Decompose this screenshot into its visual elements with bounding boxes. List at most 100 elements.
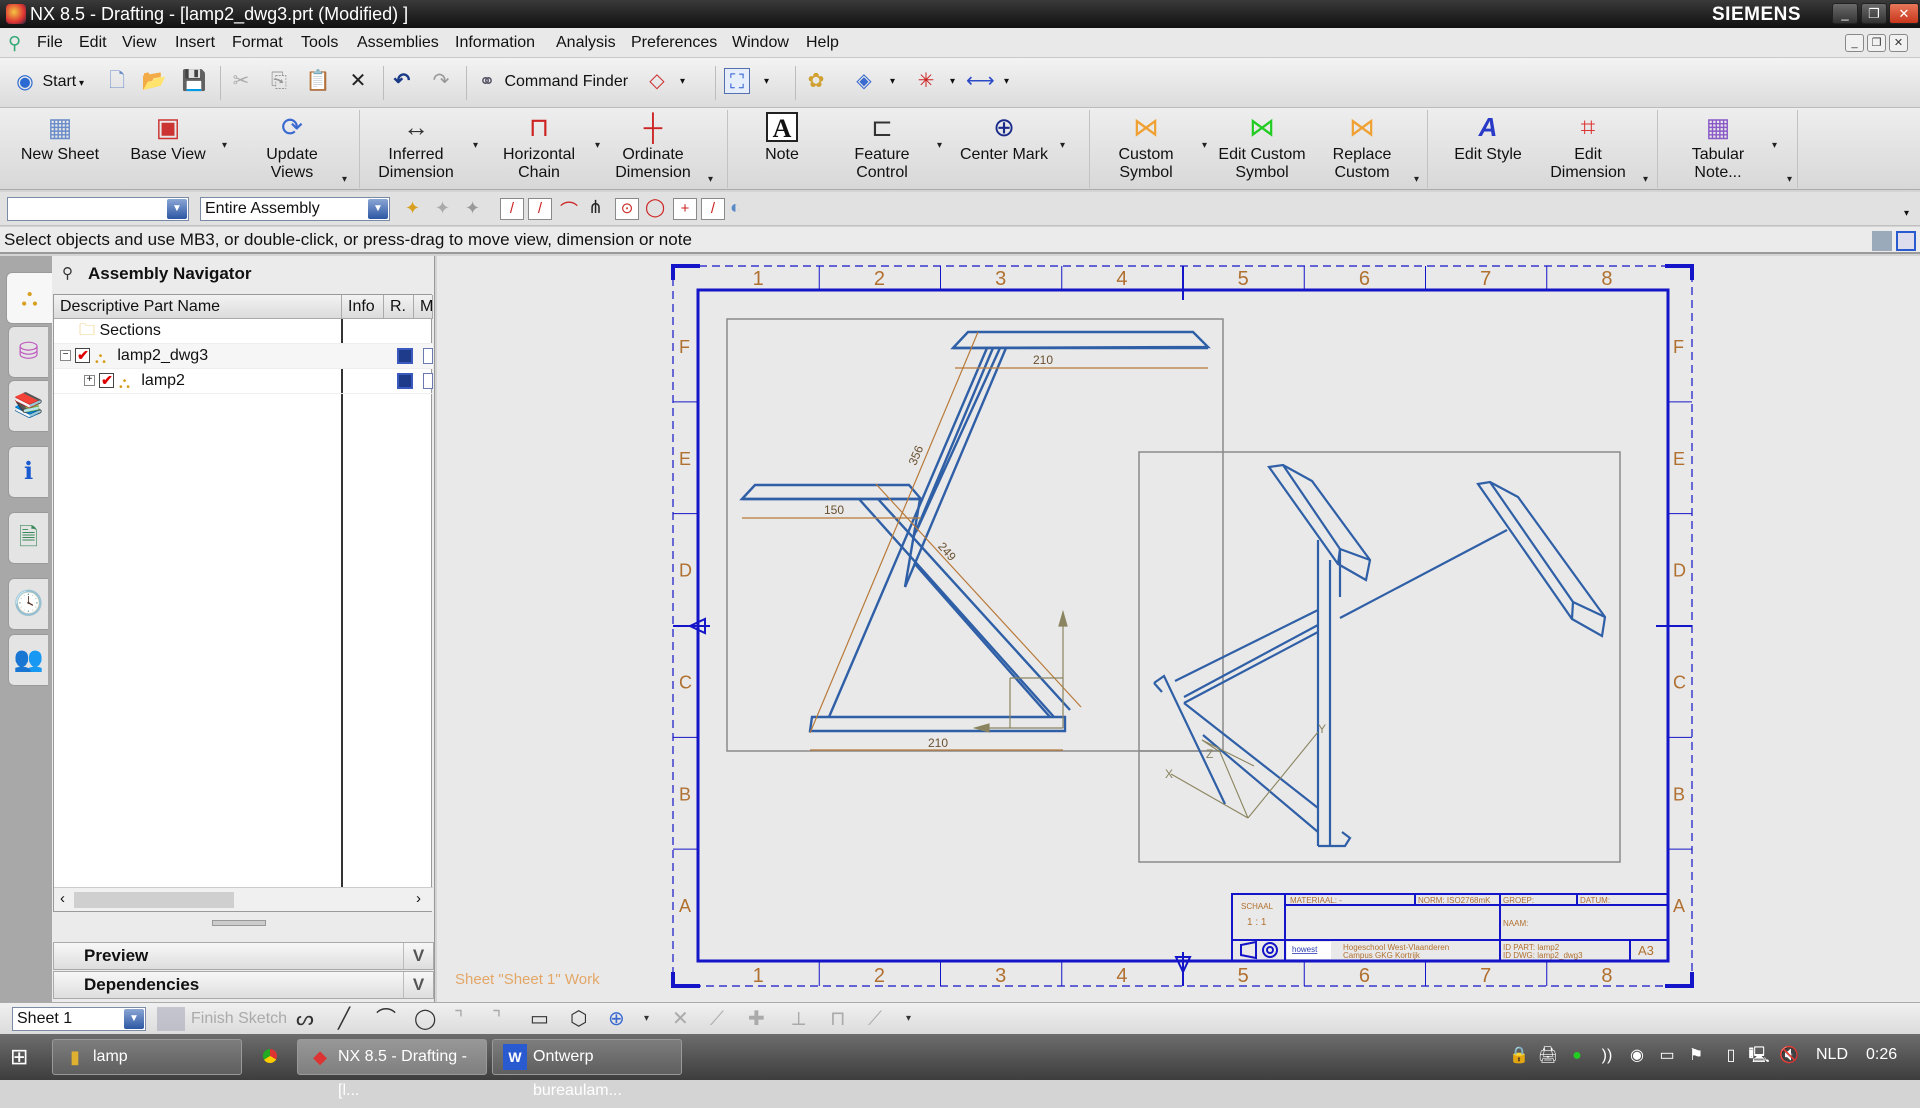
column-header-name[interactable]: Descriptive Part Name	[54, 295, 342, 319]
wireless-icon[interactable]: ))	[1596, 1044, 1618, 1068]
menu-tools[interactable]: Tools	[301, 34, 338, 52]
taskbar-item-nx[interactable]: ◆ NX 8.5 - Drafting - [l...	[297, 1039, 487, 1099]
doc-restore-button[interactable]: ❐	[1867, 34, 1886, 52]
full-screen-icon[interactable]	[1896, 231, 1916, 251]
fit-view-icon[interactable]: ⛶	[724, 68, 750, 94]
command-finder-button[interactable]: ⚭ Command Finder	[474, 68, 628, 96]
quick-trim-icon[interactable]: ✕	[672, 1007, 689, 1031]
finish-sketch-button[interactable]: Finish Sketch	[191, 1007, 287, 1031]
tree-row-sections[interactable]: 🗀 Sections	[54, 319, 433, 344]
webcam-icon[interactable]: ◉	[1626, 1044, 1648, 1068]
fit-view-dropdown[interactable]: ▾	[764, 68, 769, 96]
pin-icon[interactable]: ⚲	[62, 264, 73, 282]
make-corner-icon[interactable]: ✚	[748, 1007, 765, 1031]
scrollbar-thumb[interactable]	[74, 892, 234, 908]
taskbar-item-lamp[interactable]: ▮ lamp	[52, 1039, 242, 1075]
measure-icon[interactable]: ⟷	[966, 68, 995, 94]
expand-toggle[interactable]: +	[84, 375, 95, 387]
scope-select[interactable]: Entire Assembly ▼	[200, 197, 390, 221]
snap-existing-point-icon[interactable]: +	[673, 198, 697, 220]
sketch-more-dropdown[interactable]: ▾	[906, 1007, 911, 1031]
constraints-icon[interactable]: ⟂	[792, 1007, 805, 1031]
snap-arc-center-icon[interactable]: ⊙	[615, 198, 639, 220]
network-icon[interactable]: 🖳	[1748, 1044, 1770, 1068]
display-settings-icon[interactable]: ✿	[803, 68, 829, 94]
show-constraints-icon[interactable]: ⟋	[868, 1007, 882, 1031]
tree-row-lamp2-dwg3[interactable]: − ✔ ⛬ lamp2_dwg3	[54, 344, 433, 369]
snap-intersection-icon[interactable]: ⋔	[588, 197, 603, 218]
part-navigator-tab[interactable]: ⛁	[8, 326, 48, 378]
snap-on-curve-icon[interactable]: /	[701, 198, 725, 220]
drafting-tools-dropdown[interactable]: ▾	[680, 68, 685, 96]
language-indicator[interactable]: NLD	[1816, 1046, 1848, 1064]
printer-icon[interactable]: 🖨	[1537, 1044, 1559, 1068]
action-center-icon[interactable]: ⚑	[1685, 1044, 1707, 1068]
assembly-navigator-tab[interactable]: ⛬	[6, 272, 52, 324]
delete-icon[interactable]: ✕	[345, 68, 371, 94]
volume-muted-icon[interactable]: 🔇	[1778, 1044, 1800, 1068]
menu-help[interactable]: Help	[806, 34, 839, 52]
column-header-m[interactable]: M	[414, 295, 433, 319]
visibility-checkbox[interactable]: ✔	[75, 348, 91, 364]
save-icon[interactable]: 💾	[181, 68, 207, 94]
sheet-select[interactable]: Sheet 1 ▼	[12, 1007, 146, 1031]
preview-section[interactable]: Preview V	[53, 942, 434, 970]
paste-icon[interactable]: 📋	[305, 68, 331, 94]
history-tab[interactable]: 🕓	[8, 578, 48, 630]
copy-icon[interactable]: ⎘	[266, 68, 292, 94]
chamfer-icon[interactable]: ⌝	[492, 1007, 501, 1031]
open-folder-icon[interactable]: 📂	[141, 68, 167, 94]
menu-insert[interactable]: Insert	[175, 34, 215, 52]
scroll-right-icon[interactable]: ›	[416, 890, 421, 907]
rectangle-icon[interactable]: ▭	[530, 1007, 549, 1031]
drawing-sheet[interactable]: 1122334455667788F FE ED DC CB BA A 210 1…	[437, 256, 1920, 1002]
select-add-icon[interactable]: ✦	[435, 198, 450, 219]
type-filter-select[interactable]: ▼	[7, 197, 189, 221]
menu-window[interactable]: Window	[732, 34, 789, 52]
dimension-sketch-icon[interactable]: ⊓	[830, 1007, 846, 1031]
dependencies-section[interactable]: Dependencies V	[53, 971, 434, 999]
arc-icon[interactable]: ⌒	[376, 1007, 396, 1031]
line-icon[interactable]: ╱	[338, 1007, 350, 1031]
view-direction-dropdown[interactable]: ▾	[890, 68, 895, 96]
scroll-left-icon[interactable]: ‹	[60, 890, 65, 907]
clock[interactable]: 0:26	[1866, 1046, 1897, 1064]
taskbar-item-word[interactable]: W Ontwerp bureaulam...	[492, 1039, 682, 1099]
menu-analysis[interactable]: Analysis	[556, 34, 616, 52]
splitter-handle[interactable]	[212, 920, 266, 926]
snap-on-surface-icon[interactable]: ◐	[730, 197, 741, 218]
menu-information[interactable]: Information	[455, 34, 535, 52]
fillet-icon[interactable]: ⌝	[454, 1007, 463, 1031]
measure-dropdown[interactable]: ▾	[1004, 68, 1009, 96]
snap-control-point-icon[interactable]: ⌒	[560, 197, 578, 223]
column-header-r[interactable]: R.	[384, 295, 414, 319]
column-header-info[interactable]: Info	[342, 295, 384, 319]
reuse-library-tab[interactable]: 📚	[8, 380, 48, 432]
collapse-toggle[interactable]: −	[60, 350, 71, 362]
new-file-icon[interactable]: 🗋	[104, 68, 130, 94]
close-button[interactable]: ✕	[1889, 3, 1919, 24]
select-filter-icon[interactable]: ✦	[405, 198, 420, 219]
doc-close-button[interactable]: ✕	[1889, 34, 1908, 52]
menu-format[interactable]: Format	[232, 34, 283, 52]
point-dropdown[interactable]: ▾	[644, 1007, 649, 1031]
profile-icon[interactable]: ᔕ	[296, 1007, 314, 1031]
snap-quadrant-icon[interactable]: ◯	[645, 197, 665, 218]
snap-midpoint-icon[interactable]: /	[528, 198, 552, 220]
roles-tab[interactable]: 👥	[8, 634, 48, 686]
menu-assemblies[interactable]: Assemblies	[357, 34, 439, 52]
tree-row-lamp2[interactable]: + ✔ ⛬ lamp2	[54, 369, 433, 394]
drafting-tools-icon[interactable]: ◇	[644, 68, 670, 94]
windows-start-icon[interactable]: ⊞	[10, 1044, 28, 1070]
quick-extend-icon[interactable]: ⟋	[710, 1007, 724, 1031]
app-menu-icon[interactable]: ⚲	[8, 33, 21, 54]
web-browser-tab[interactable]: 🗎	[8, 512, 48, 564]
battery-icon[interactable]: ▯	[1720, 1044, 1742, 1068]
snap-endpoint-icon[interactable]: /	[500, 198, 524, 220]
menu-preferences[interactable]: Preferences	[631, 34, 717, 52]
display-icon[interactable]: ▭	[1656, 1044, 1678, 1068]
view-direction-icon[interactable]: ◈	[851, 68, 877, 94]
menu-file[interactable]: File	[37, 34, 63, 52]
minimize-button[interactable]: _	[1832, 3, 1858, 24]
point-icon[interactable]: ⊕	[608, 1007, 625, 1031]
